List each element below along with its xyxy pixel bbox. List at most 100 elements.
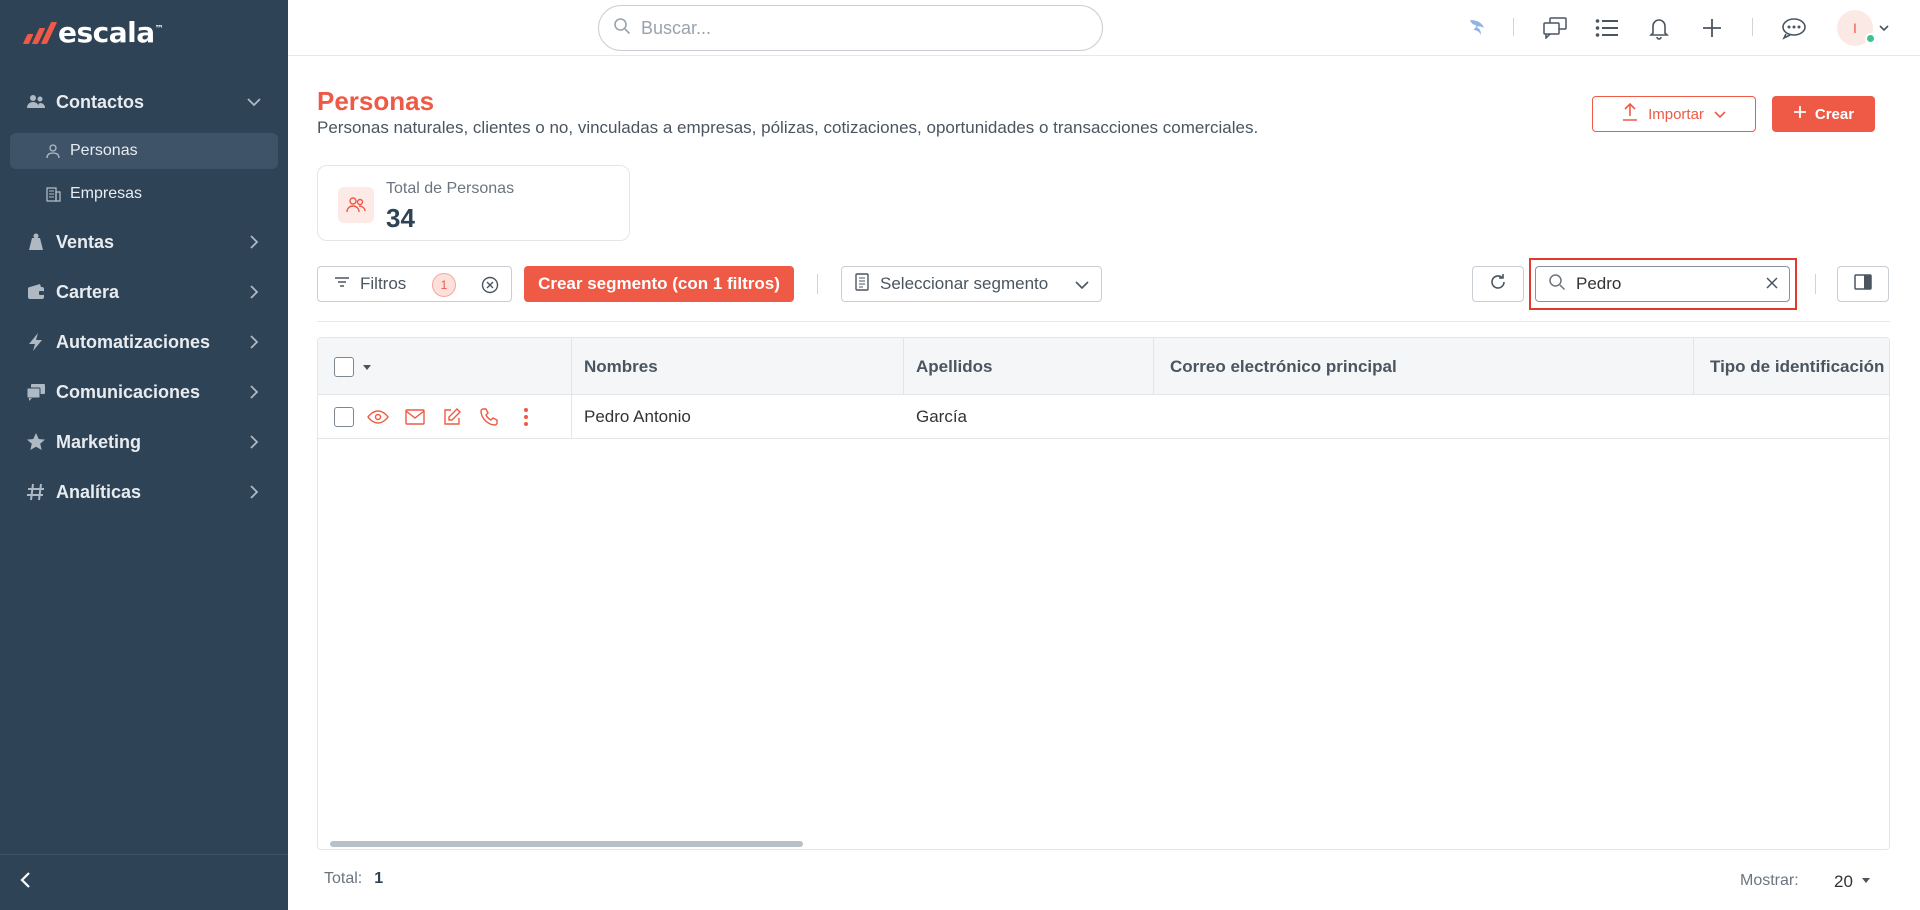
mail-icon[interactable]	[403, 405, 427, 429]
table-search[interactable]	[1535, 266, 1790, 302]
row-checkbox[interactable]	[334, 407, 354, 427]
filters-label: Filtros	[360, 274, 407, 293]
sidebar-subitem-label: Personas	[70, 142, 138, 159]
select-segment-dropdown[interactable]: Seleccionar segmento	[841, 266, 1102, 302]
sidebar-item-automatizaciones[interactable]: Automatizaciones	[0, 322, 288, 362]
filter-icon	[334, 275, 350, 293]
document-icon	[854, 272, 870, 296]
hash-icon	[24, 480, 48, 504]
chevron-right-icon	[244, 332, 264, 352]
clear-search-icon[interactable]	[1765, 276, 1779, 295]
column-header-correo[interactable]: Correo electrónico principal	[1154, 338, 1694, 395]
sidebar-subitem-label: Empresas	[70, 185, 143, 202]
select-segment-label: Seleccionar segmento	[880, 274, 1049, 293]
chevron-left-icon	[18, 871, 32, 894]
messages-icon[interactable]	[1539, 12, 1571, 44]
sidebar-item-label: Contactos	[56, 91, 145, 112]
bell-icon[interactable]	[1643, 12, 1675, 44]
import-button[interactable]: Importar	[1592, 96, 1756, 132]
sidebar: escala™ Contactos Personas Empresas Vent…	[0, 0, 288, 910]
sidebar-item-label: Marketing	[56, 431, 142, 452]
columns-toggle-button[interactable]	[1837, 266, 1889, 302]
sidebar-item-label: Analíticas	[56, 481, 142, 502]
sales-icon	[24, 230, 48, 254]
select-all-checkbox[interactable]	[334, 356, 354, 377]
sidebar-subitem-personas[interactable]: Personas	[10, 133, 278, 169]
global-search[interactable]	[598, 5, 1103, 51]
collapse-sidebar-button[interactable]	[0, 854, 288, 910]
online-status-indicator	[1865, 33, 1876, 44]
cell-nombres: Pedro Antonio	[584, 407, 691, 426]
clear-filters-icon[interactable]	[480, 275, 500, 295]
caret-down-icon[interactable]	[362, 357, 372, 377]
personas-table: Nombres Apellidos Correo electrónico pri…	[317, 337, 1890, 850]
chevron-right-icon	[244, 482, 264, 502]
chevron-right-icon	[244, 232, 264, 252]
page-title: Personas	[317, 86, 435, 116]
person-icon	[44, 142, 62, 160]
main-content: Personas Personas naturales, clientes o …	[288, 56, 1920, 910]
chevron-right-icon	[244, 432, 264, 452]
sidebar-item-contactos[interactable]: Contactos	[0, 82, 288, 122]
divider	[317, 321, 1890, 322]
eye-icon[interactable]	[366, 405, 390, 429]
chevron-right-icon	[244, 382, 264, 402]
horizontal-scrollbar[interactable]	[328, 841, 1881, 847]
toolbar-divider	[1815, 274, 1816, 294]
cell-apellidos: García	[916, 407, 968, 426]
bird-icon[interactable]	[1462, 12, 1494, 44]
chevron-down-icon	[1075, 277, 1089, 295]
sidebar-item-cartera[interactable]: Cartera	[0, 272, 288, 312]
page-size-select[interactable]: 20	[1834, 870, 1890, 894]
search-icon	[613, 17, 631, 40]
plus-icon	[1793, 105, 1807, 123]
building-icon	[44, 185, 62, 203]
select-all-cell	[318, 338, 572, 395]
import-label: Importar	[1648, 105, 1704, 123]
list-icon[interactable]	[1591, 12, 1623, 44]
sidebar-item-comunicaciones[interactable]: Comunicaciones	[0, 372, 288, 412]
page-description: Personas naturales, clientes o no, vincu…	[317, 118, 1259, 137]
columns-icon	[1854, 273, 1872, 295]
people-icon	[338, 187, 374, 223]
cell-tipo-identificacion	[1694, 395, 1889, 439]
create-button[interactable]: Crear	[1772, 96, 1875, 132]
chevron-down-icon	[244, 92, 264, 112]
sidebar-item-label: Ventas	[56, 231, 115, 252]
more-vertical-icon[interactable]	[514, 405, 538, 429]
scrollbar-thumb[interactable]	[330, 841, 803, 847]
row-actions-cell	[318, 395, 572, 439]
sidebar-item-label: Comunicaciones	[56, 381, 201, 402]
column-header-nombres[interactable]: Nombres	[572, 338, 904, 395]
refresh-button[interactable]	[1472, 266, 1524, 302]
total-count: 1	[374, 870, 384, 887]
caret-down-icon	[1861, 869, 1871, 889]
chat-icon	[24, 380, 48, 404]
upload-icon	[1622, 102, 1638, 125]
filters-button[interactable]: Filtros 1	[317, 266, 512, 302]
sidebar-subitem-empresas[interactable]: Empresas	[10, 176, 278, 212]
phone-icon[interactable]	[477, 405, 501, 429]
column-header-tipo-identificacion[interactable]: Tipo de identificación	[1694, 338, 1889, 395]
create-segment-button[interactable]: Crear segmento (con 1 filtros)	[524, 266, 794, 302]
escala-logo[interactable]: escala™	[22, 16, 164, 49]
table-row[interactable]: Pedro Antonio García	[318, 395, 1889, 439]
plus-icon[interactable]	[1696, 12, 1728, 44]
search-icon	[1548, 273, 1566, 296]
cell-correo	[1154, 395, 1694, 439]
sidebar-item-label: Cartera	[56, 281, 120, 302]
table-search-input[interactable]	[1576, 274, 1756, 294]
total-personas-card: Total de Personas 34	[317, 165, 630, 241]
topbar-divider	[1752, 18, 1753, 36]
column-header-apellidos[interactable]: Apellidos	[904, 338, 1154, 395]
row-actions	[366, 405, 538, 429]
sidebar-item-marketing[interactable]: Marketing	[0, 422, 288, 462]
sidebar-item-ventas[interactable]: Ventas	[0, 222, 288, 262]
wallet-icon	[24, 280, 48, 304]
sidebar-item-analiticas[interactable]: Analíticas	[0, 472, 288, 512]
caret-down-icon[interactable]	[1876, 12, 1892, 44]
support-chat-icon[interactable]	[1778, 12, 1810, 44]
stat-label: Total de Personas	[386, 180, 515, 197]
global-search-input[interactable]	[641, 17, 1081, 39]
edit-icon[interactable]	[440, 405, 464, 429]
